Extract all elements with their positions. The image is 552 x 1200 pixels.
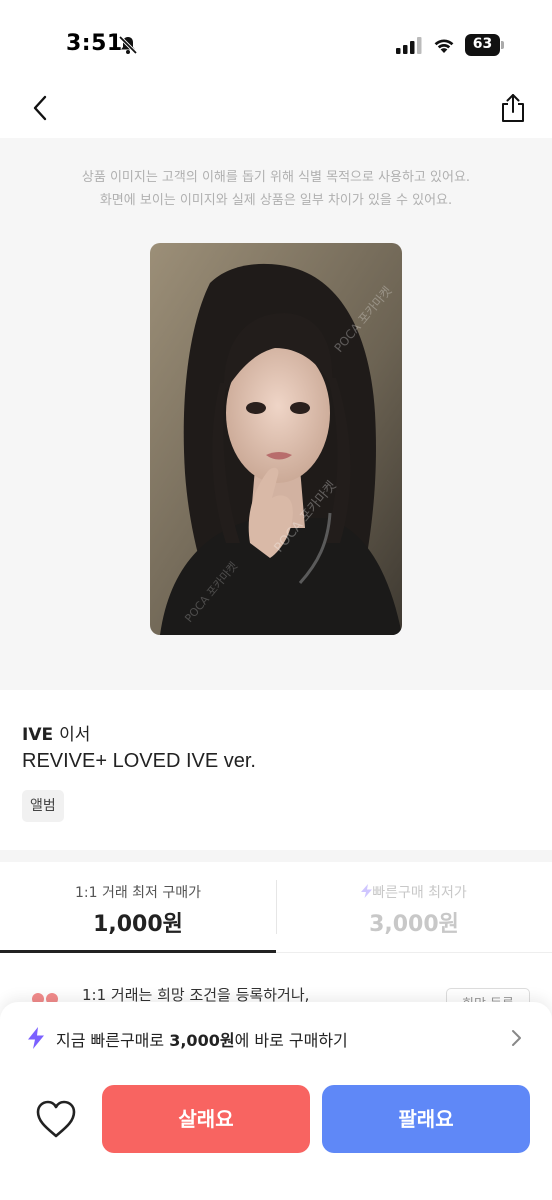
status-time: 3:51	[66, 31, 123, 56]
artist-line: IVE 이서	[22, 720, 90, 745]
image-notice-line1: 상품 이미지는 고객의 이해를 돕기 위해 식별 목적으로 사용하고 있어요.	[81, 170, 471, 185]
image-notice-line2: 화면에 보이는 이미지와 실제 상품은 일부 차이가 있을 수 있어요.	[99, 193, 453, 208]
product-info: IVE 이서 REVIVE+ LOVED IVE ver. 앨범	[0, 690, 552, 850]
member-name: 이서	[59, 725, 91, 745]
like-button[interactable]	[34, 1098, 78, 1140]
quick-buy-price: 3,000원	[169, 1031, 235, 1050]
tab-label: 빠른구매 최저가	[276, 882, 552, 902]
product-title: REVIVE+ LOVED IVE ver.	[22, 750, 256, 772]
product-image-area: 상품 이미지는 고객의 이해를 돕기 위해 식별 목적으로 사용하고 있어요. …	[0, 138, 552, 690]
chevron-right-icon	[512, 1030, 521, 1046]
photocard-image[interactable]: POCA 포카마켓 POCA 포카마켓 POCA 포카마켓	[150, 243, 402, 635]
sell-button[interactable]: 팔래요	[322, 1085, 530, 1153]
wifi-icon	[434, 39, 454, 53]
tab-price: 3,000원	[369, 912, 459, 937]
signal-icon	[396, 37, 422, 54]
artist-name[interactable]: IVE	[22, 725, 53, 745]
tab-divider	[276, 880, 277, 934]
price-tabs: 1:1 거래 최저 구매가 1,000원 빠른구매 최저가 3,000원	[0, 862, 552, 954]
quick-buy-row[interactable]: 지금 빠른구매로 3,000원에 바로 구매하기	[0, 1016, 552, 1060]
battery-icon: 63	[465, 34, 505, 56]
active-tab-underline	[0, 950, 276, 953]
share-icon	[502, 94, 524, 122]
quick-buy-text: 지금 빠른구매로 3,000원에 바로 구매하기	[56, 1031, 348, 1050]
tab-quick-buy-lowest-price[interactable]: 빠른구매 최저가 3,000원	[276, 862, 552, 954]
tab-price: 1,000원	[93, 912, 183, 937]
tab-label: 1:1 거래 최저 구매가	[74, 885, 202, 901]
tab-p2p-lowest-price[interactable]: 1:1 거래 최저 구매가 1,000원	[0, 862, 276, 954]
bolt-icon	[28, 1027, 44, 1049]
battery-level: 63	[472, 36, 493, 52]
buy-button[interactable]: 살래요	[102, 1085, 310, 1153]
chevron-left-icon	[33, 95, 47, 121]
section-divider	[0, 850, 552, 862]
bolt-icon	[361, 884, 373, 898]
status-bar: 3:51 63	[0, 0, 552, 82]
nav-bar	[0, 82, 552, 138]
heart-icon	[36, 1100, 76, 1138]
category-chip: 앨범	[22, 790, 64, 822]
share-button[interactable]	[496, 90, 530, 126]
back-button[interactable]	[24, 90, 56, 126]
bell-slash-icon	[118, 35, 138, 55]
image-notice: 상품 이미지는 고객의 이해를 돕기 위해 식별 목적으로 사용하고 있어요. …	[0, 166, 552, 212]
bottom-action-sheet: 지금 빠른구매로 3,000원에 바로 구매하기 살래요 팔래요	[0, 1002, 552, 1200]
